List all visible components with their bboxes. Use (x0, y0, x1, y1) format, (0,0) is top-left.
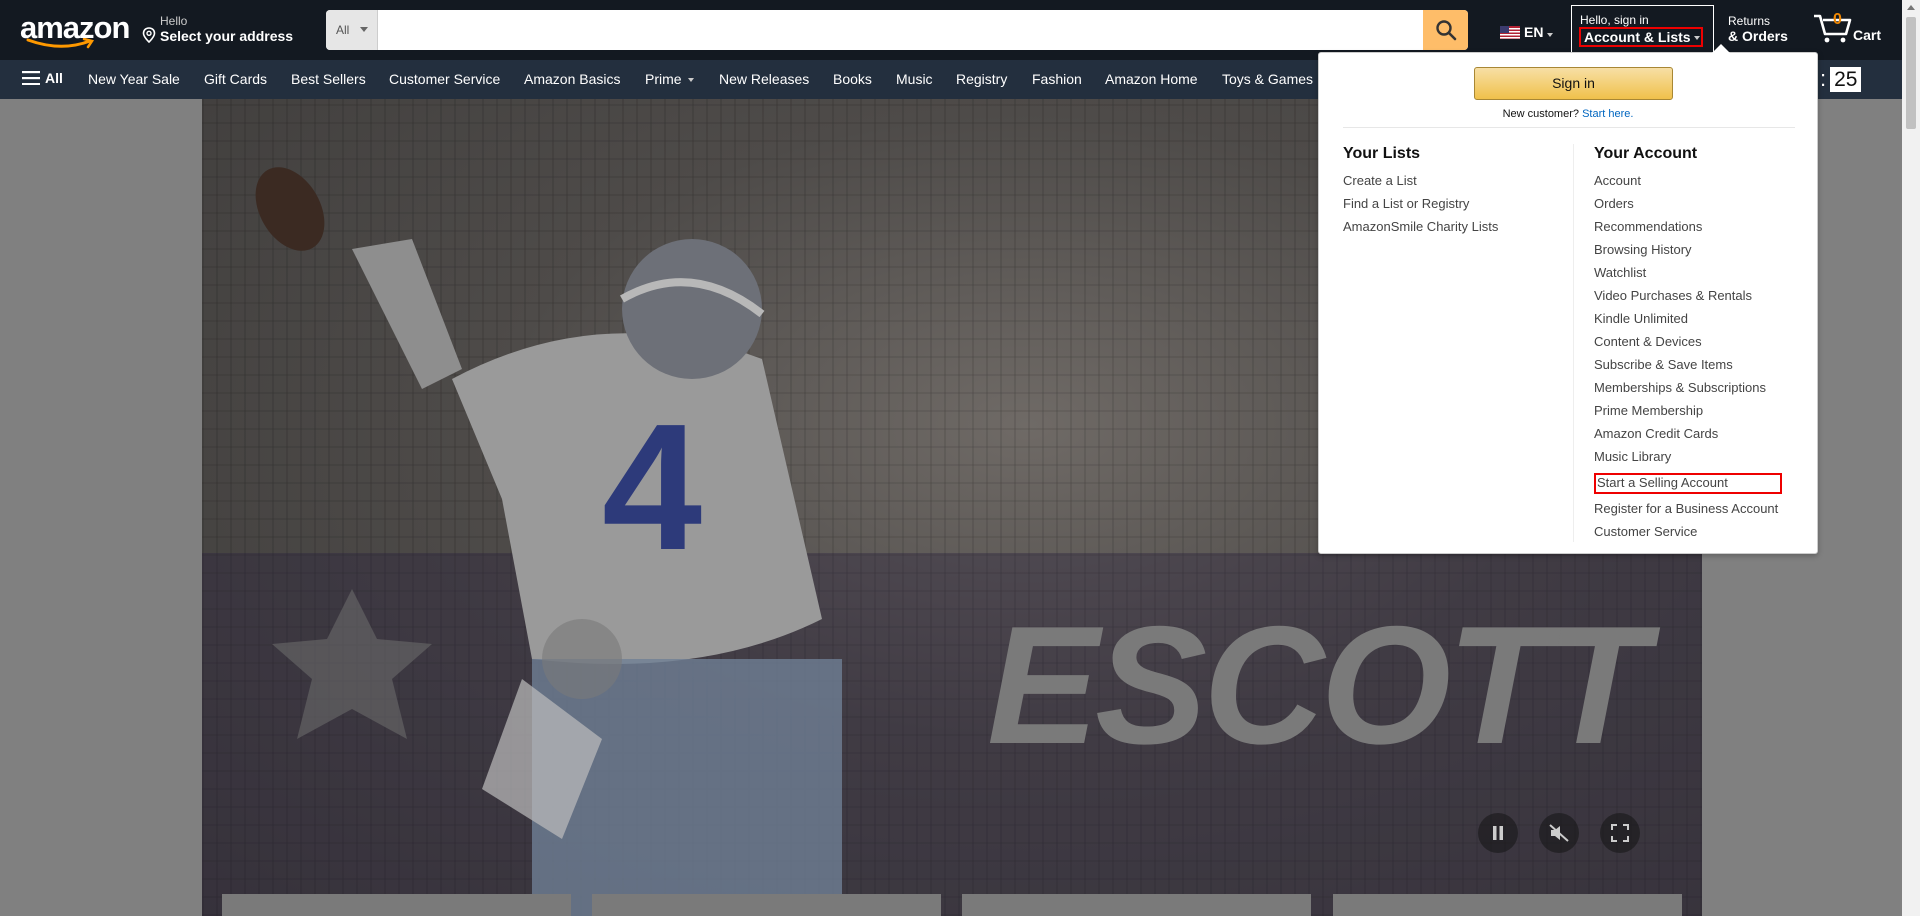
returns-and-orders[interactable]: Returns & Orders (1728, 14, 1788, 44)
search-input[interactable] (378, 10, 1418, 50)
link-video-purchases[interactable]: Video Purchases & Rentals (1594, 288, 1752, 303)
smile-arrow-icon (26, 38, 95, 49)
countdown-separator: : (1820, 66, 1827, 91)
chevron-down-icon (1693, 36, 1700, 41)
all-menu-label: All (45, 70, 63, 86)
link-account[interactable]: Account (1594, 173, 1641, 188)
link-watchlist[interactable]: Watchlist (1594, 265, 1646, 280)
search-icon (1435, 20, 1456, 41)
subnav-item-new-year-sale[interactable]: New Year Sale (88, 71, 180, 87)
subnav-item-books[interactable]: Books (833, 71, 872, 87)
search-bar: All (326, 10, 1468, 50)
fullscreen-icon (1611, 824, 1629, 842)
sign-in-button[interactable]: Sign in (1474, 67, 1673, 100)
subnav-item-registry[interactable]: Registry (956, 71, 1007, 87)
link-recommendations[interactable]: Recommendations (1594, 219, 1702, 234)
category-card[interactable] (592, 894, 941, 916)
account-lists-flyout: Sign in New customer? Start here. Your L… (1318, 44, 1818, 554)
link-business-account[interactable]: Register for a Business Account (1594, 501, 1778, 516)
subnav-item-customer-service[interactable]: Customer Service (389, 71, 500, 87)
hero-overlay-text: ESCOTT (987, 591, 1648, 779)
subnav-item-toys-games[interactable]: Toys & Games (1222, 71, 1313, 87)
hamburger-menu-icon (22, 71, 40, 85)
link-memberships[interactable]: Memberships & Subscriptions (1594, 380, 1766, 395)
link-credit-cards[interactable]: Amazon Credit Cards (1594, 426, 1718, 441)
link-prime-membership[interactable]: Prime Membership (1594, 403, 1703, 418)
category-card[interactable] (222, 894, 571, 916)
address-greeting: Hello (160, 14, 188, 28)
account-and-lists[interactable]: Hello, sign in Account & Lists (1571, 5, 1714, 57)
language-code: EN (1524, 24, 1544, 40)
divider (1343, 127, 1795, 128)
all-menu-button[interactable]: All (22, 70, 63, 86)
link-music-library[interactable]: Music Library (1594, 449, 1671, 464)
promo-countdown[interactable]: :25 (1820, 66, 1862, 92)
top-nav: amazon Hello Select your address All EN … (0, 0, 1902, 60)
link-orders[interactable]: Orders (1594, 196, 1634, 211)
link-start-selling-account[interactable]: Start a Selling Account (1597, 475, 1728, 490)
chevron-down-icon (1547, 33, 1553, 37)
link-content-devices[interactable]: Content & Devices (1594, 334, 1702, 349)
mute-button[interactable] (1539, 813, 1579, 853)
link-kindle-unlimited[interactable]: Kindle Unlimited (1594, 311, 1688, 326)
link-subscribe-save[interactable]: Subscribe & Save Items (1594, 357, 1733, 372)
address-label: Select your address (160, 28, 294, 44)
orders-label: & Orders (1728, 28, 1788, 44)
link-customer-service[interactable]: Customer Service (1594, 524, 1697, 539)
flyout-arrow (1712, 44, 1730, 53)
us-flag-icon (1500, 26, 1520, 39)
search-button[interactable] (1423, 10, 1468, 50)
link-create-a-list[interactable]: Create a List (1343, 173, 1417, 188)
link-browsing-history[interactable]: Browsing History (1594, 242, 1692, 257)
scrollbar-thumb[interactable] (1906, 17, 1916, 129)
column-divider (1573, 144, 1574, 542)
subnav-item-prime[interactable]: Prime (645, 71, 694, 87)
chevron-down-icon (687, 78, 694, 83)
account-lists-text: Account & Lists (1584, 29, 1691, 45)
subnav-item-new-releases[interactable]: New Releases (719, 71, 809, 87)
jersey-number: 4 (602, 387, 702, 588)
amazon-logo[interactable]: amazon (20, 10, 130, 50)
start-here-link[interactable]: Start here. (1582, 108, 1633, 120)
account-greeting: Hello, sign in (1580, 13, 1649, 27)
subnav-item-gift-cards[interactable]: Gift Cards (204, 71, 267, 87)
subnav-item-best-sellers[interactable]: Best Sellers (291, 71, 366, 87)
search-category-label: All (336, 23, 350, 37)
scroll-up-arrow-icon[interactable] (1907, 5, 1915, 10)
cart-icon (1814, 14, 1852, 43)
location-pin-icon (142, 27, 156, 43)
fullscreen-button[interactable] (1600, 813, 1640, 853)
pause-icon (1493, 826, 1503, 840)
cart-label: Cart (1853, 27, 1882, 43)
your-lists-heading: Your Lists (1343, 145, 1421, 162)
search-category-dropdown[interactable]: All (326, 10, 378, 50)
new-customer-text: New customer? (1502, 108, 1579, 120)
muted-speaker-icon (1549, 824, 1569, 842)
category-card[interactable] (962, 894, 1311, 916)
cart-button[interactable]: 0 Cart (1812, 10, 1887, 50)
prime-label: Prime (645, 71, 682, 87)
link-find-a-list[interactable]: Find a List or Registry (1343, 196, 1469, 211)
link-amazonsmile-lists[interactable]: AmazonSmile Charity Lists (1343, 219, 1498, 234)
category-card[interactable] (1333, 894, 1682, 916)
chevron-down-icon (360, 27, 368, 32)
subnav-item-amazon-basics[interactable]: Amazon Basics (524, 71, 620, 87)
pause-button[interactable] (1478, 813, 1518, 853)
subnav-item-amazon-home[interactable]: Amazon Home (1105, 71, 1198, 87)
category-cards-row (222, 894, 1682, 916)
your-account-heading: Your Account (1594, 145, 1698, 162)
subnav-item-fashion[interactable]: Fashion (1032, 71, 1082, 87)
page-scrollbar[interactable] (1902, 0, 1920, 916)
account-lists-label-highlighted[interactable]: Account & Lists (1579, 27, 1703, 47)
countdown-value: 25 (1830, 67, 1862, 92)
language-selector[interactable]: EN (1500, 24, 1560, 44)
cart-count: 0 (1833, 11, 1842, 28)
new-customer-prompt: New customer? Start here. (1319, 108, 1817, 120)
subnav-item-music[interactable]: Music (896, 71, 933, 87)
returns-label: Returns (1728, 14, 1771, 28)
